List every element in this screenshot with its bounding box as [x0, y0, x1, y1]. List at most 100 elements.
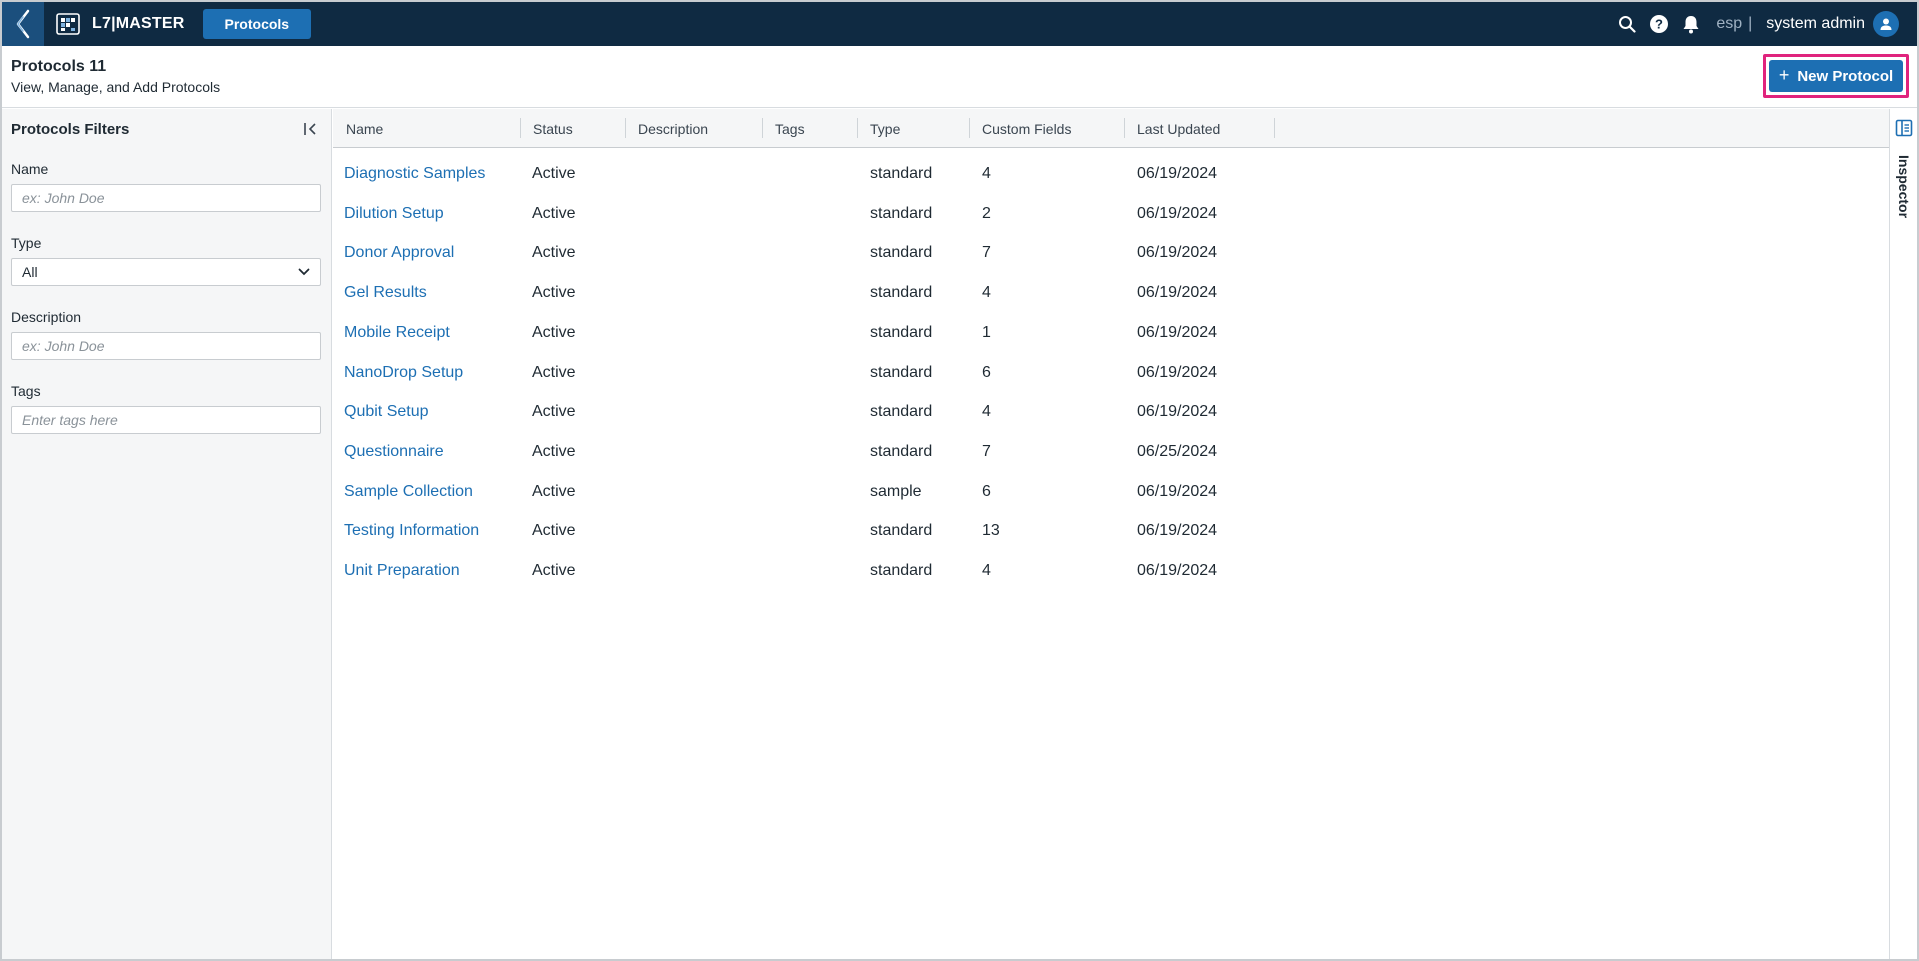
cell-type: standard — [870, 363, 933, 381]
cell-type: standard — [870, 244, 933, 262]
cell-last-updated: 06/19/2024 — [1137, 284, 1218, 302]
cell-custom-fields: 7 — [982, 442, 991, 460]
column-divider[interactable] — [1274, 118, 1275, 138]
column-header-custom-fields[interactable]: Custom Fields — [969, 109, 1124, 148]
cell-name[interactable]: Unit Preparation — [344, 551, 460, 591]
cell-last-updated: 06/19/2024 — [1137, 403, 1218, 421]
table-row[interactable]: Dilution Setup Active standard 2 06/19/2024 — [333, 194, 1891, 234]
table-row[interactable]: Testing Information Active standard 13 06/19… — [333, 511, 1891, 551]
search-icon[interactable] — [1616, 13, 1638, 35]
table-row[interactable]: Sample Collection Active sample 6 06/19/2024 — [333, 472, 1891, 512]
cell-type: sample — [870, 482, 922, 500]
cell-last-updated: 06/19/2024 — [1137, 562, 1218, 579]
back-button[interactable] — [2, 2, 44, 46]
inspector-toggle[interactable]: Inspector — [1896, 155, 1912, 218]
inspector-panel-icon[interactable] — [1895, 119, 1913, 137]
language-switch[interactable]: esp — [1716, 15, 1742, 33]
cell-last-updated: 06/19/2024 — [1137, 323, 1218, 341]
page-subtitle: View, Manage, and Add Protocols — [11, 79, 221, 95]
cell-name[interactable]: Donor Approval — [344, 233, 454, 273]
column-header-name[interactable]: Name — [333, 109, 520, 148]
filter-name-label: Name — [11, 161, 49, 177]
cell-type: standard — [870, 562, 933, 579]
filter-tags-input[interactable] — [11, 406, 321, 434]
cell-status: Active — [532, 522, 576, 540]
filters-title: Protocols Filters — [11, 121, 130, 138]
cell-last-updated: 06/19/2024 — [1137, 204, 1218, 222]
column-header-status[interactable]: Status — [520, 109, 625, 148]
cell-type: standard — [870, 165, 933, 182]
table-row[interactable]: Questionnaire Active standard 7 06/25/2024 — [333, 432, 1891, 472]
app-logo-icon — [56, 13, 80, 35]
cell-name[interactable]: Mobile Receipt — [344, 313, 450, 353]
tab-protocols[interactable]: Protocols — [202, 9, 312, 39]
table-row[interactable]: Mobile Receipt Active standard 1 06/19/2024 — [333, 313, 1891, 353]
cell-name[interactable]: Gel Results — [344, 273, 427, 313]
column-header-tags[interactable]: Tags — [762, 109, 857, 148]
user-name[interactable]: system admin — [1766, 15, 1865, 33]
table-row[interactable]: Gel Results Active standard 4 06/19/2024 — [333, 273, 1891, 313]
app-name: L7|MASTER — [92, 15, 185, 32]
cell-status: Active — [532, 204, 576, 222]
inspector-panel: Inspector — [1889, 109, 1917, 959]
table-row[interactable]: Qubit Setup Active standard 4 06/19/2024 — [333, 392, 1891, 432]
filter-description-input[interactable] — [11, 332, 321, 360]
filters-panel: Protocols Filters Name Type All Descript… — [2, 109, 332, 959]
column-header-last-updated[interactable]: Last Updated — [1124, 109, 1274, 148]
cell-type: standard — [870, 323, 933, 341]
user-avatar-icon[interactable] — [1873, 11, 1899, 37]
table-row[interactable]: Diagnostic Samples Active standard 4 06/19/2… — [333, 154, 1891, 194]
cell-name[interactable]: Diagnostic Samples — [344, 154, 485, 194]
new-protocol-button[interactable]: + New Protocol — [1769, 60, 1903, 92]
cell-custom-fields: 4 — [982, 403, 991, 421]
cell-status: Active — [532, 442, 576, 460]
chevron-down-icon — [298, 268, 310, 276]
cell-type: standard — [870, 284, 933, 302]
cell-name[interactable]: Testing Information — [344, 511, 479, 551]
cell-name[interactable]: NanoDrop Setup — [344, 353, 463, 393]
table-row[interactable]: NanoDrop Setup Active standard 6 06/19/2024 — [333, 353, 1891, 393]
collapse-panel-icon[interactable] — [302, 120, 320, 138]
cell-last-updated: 06/19/2024 — [1137, 522, 1218, 540]
cell-last-updated: 06/19/2024 — [1137, 165, 1218, 182]
cell-type: standard — [870, 403, 933, 421]
cell-name[interactable]: Questionnaire — [344, 432, 444, 472]
cell-status: Active — [532, 244, 576, 262]
cell-status: Active — [532, 403, 576, 421]
page-header: Protocols 11 View, Manage, and Add Proto… — [2, 46, 1917, 108]
filter-type-select[interactable]: All — [11, 258, 321, 286]
top-bar: L7|MASTER Protocols ? esp | system admin — [2, 2, 1917, 46]
svg-text:?: ? — [1655, 17, 1663, 32]
app-window: L7|MASTER Protocols ? esp | system admin… — [0, 0, 1919, 961]
cell-custom-fields: 1 — [982, 323, 991, 341]
cell-name[interactable]: Qubit Setup — [344, 392, 429, 432]
help-icon[interactable]: ? — [1648, 13, 1670, 35]
cell-name[interactable]: Dilution Setup — [344, 194, 444, 234]
filter-name-input[interactable] — [11, 184, 321, 212]
cell-custom-fields: 4 — [982, 165, 991, 182]
column-header-description[interactable]: Description — [625, 109, 762, 148]
filter-tags-label: Tags — [11, 383, 41, 399]
page-title: Protocols 11 — [11, 58, 107, 75]
cell-custom-fields: 7 — [982, 244, 991, 262]
column-header-type[interactable]: Type — [857, 109, 969, 148]
app-logo[interactable]: L7|MASTER — [56, 13, 185, 35]
new-protocol-highlight: + New Protocol — [1763, 54, 1909, 98]
cell-status: Active — [532, 165, 576, 182]
cell-last-updated: 06/19/2024 — [1137, 482, 1218, 500]
chevron-left-icon — [16, 9, 30, 39]
cell-name[interactable]: Sample Collection — [344, 472, 473, 512]
bell-icon[interactable] — [1680, 13, 1702, 35]
table-row[interactable]: Donor Approval Active standard 7 06/19/2024 — [333, 233, 1891, 273]
cell-type: standard — [870, 442, 933, 460]
cell-custom-fields: 13 — [982, 522, 1000, 540]
protocols-table: Name Status Description Tags Type Custom… — [333, 109, 1891, 959]
topbar-separator: | — [1748, 15, 1753, 32]
filter-type-value: All — [22, 264, 38, 280]
cell-type: standard — [870, 204, 933, 222]
cell-custom-fields: 4 — [982, 284, 991, 302]
cell-status: Active — [532, 562, 576, 579]
table-row[interactable]: Unit Preparation Active standard 4 06/19/202… — [333, 551, 1891, 591]
cell-status: Active — [532, 482, 576, 500]
filter-description-label: Description — [11, 309, 82, 325]
